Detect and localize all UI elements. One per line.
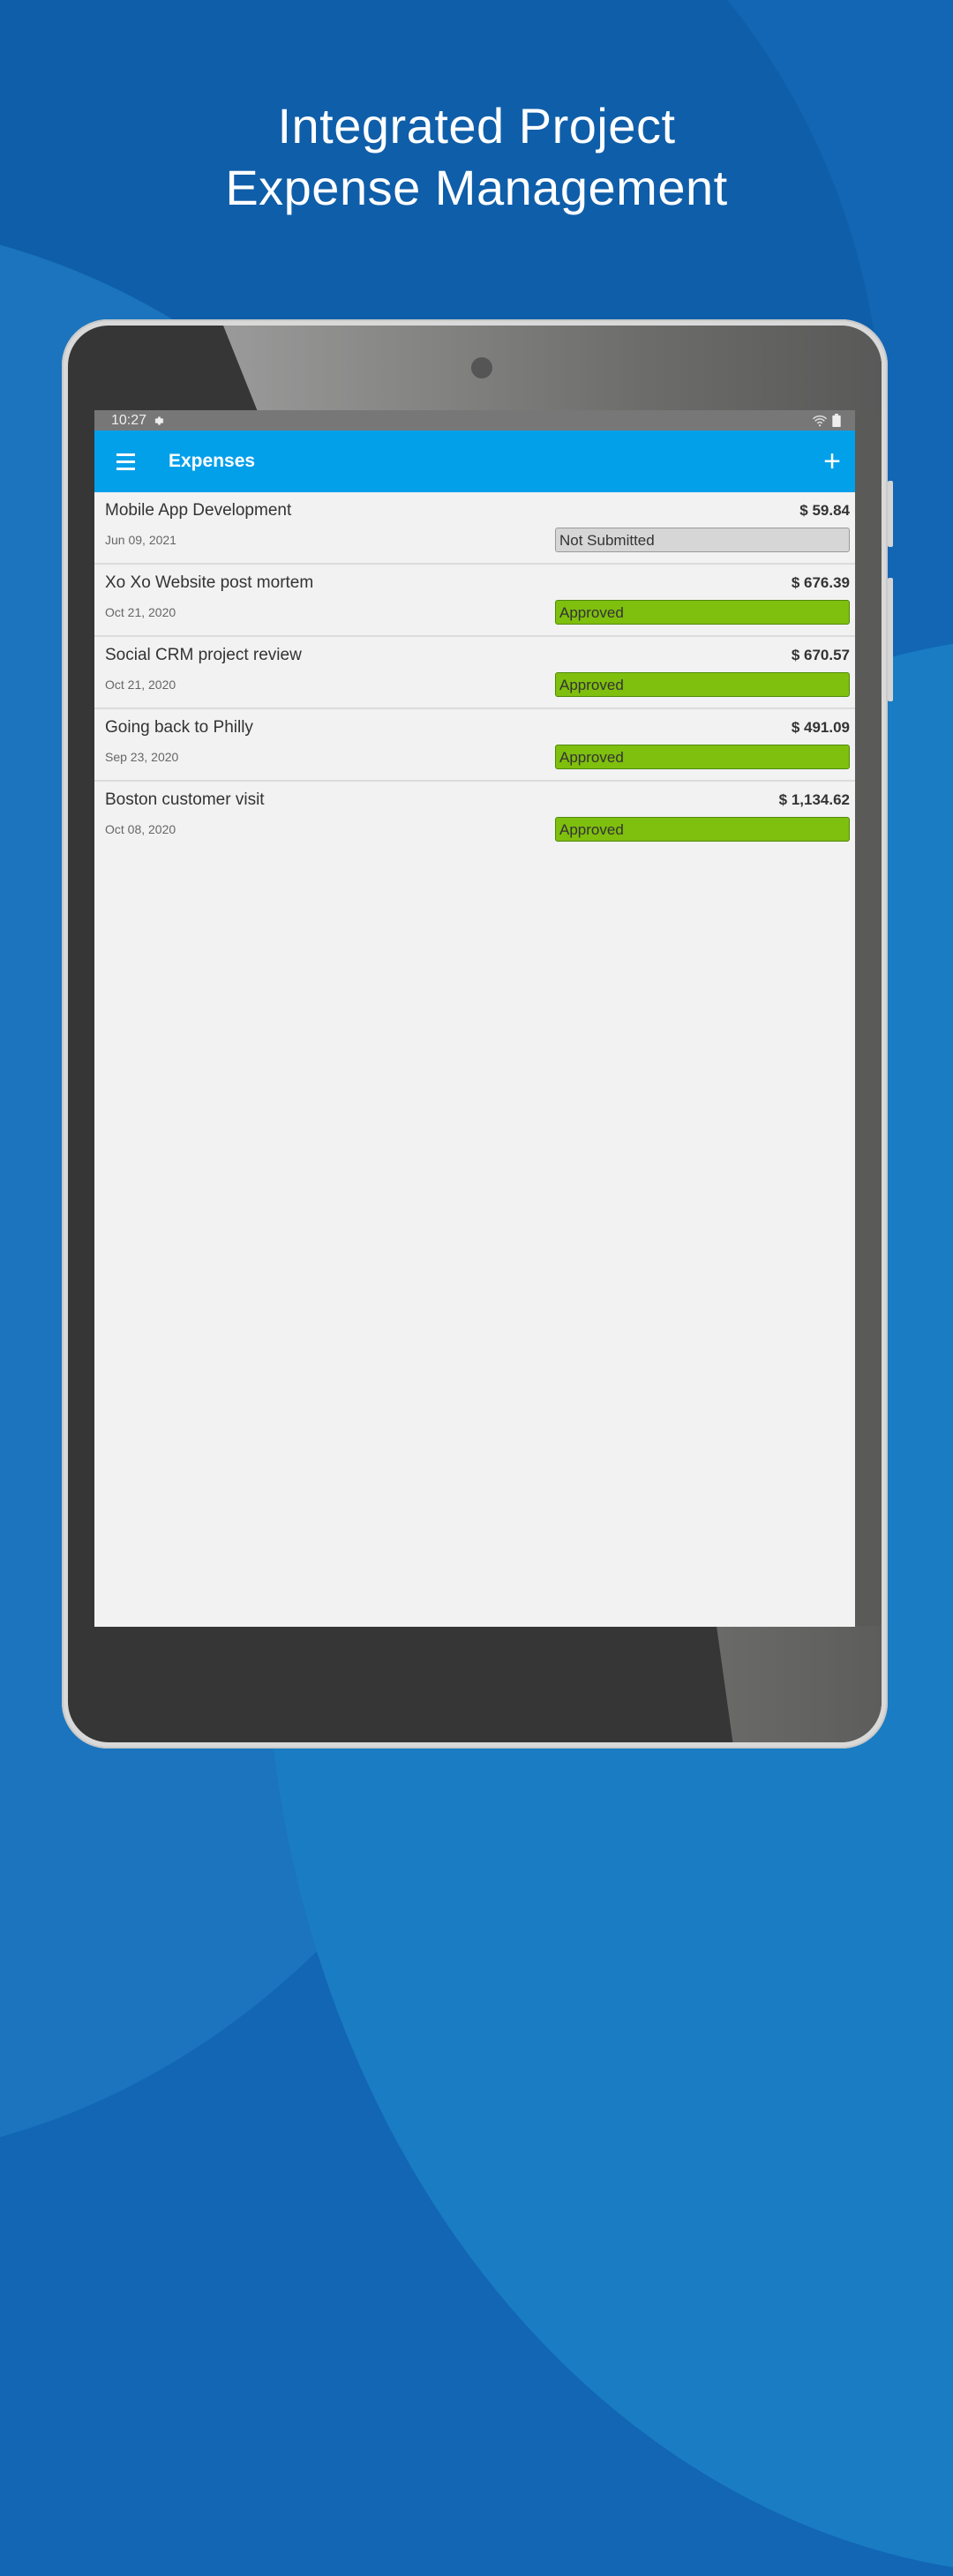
expense-row[interactable]: Boston customer visit $ 1,134.62 Oct 08,… [94, 782, 855, 852]
expense-name: Mobile App Development [105, 501, 292, 520]
hamburger-menu-icon[interactable] [116, 453, 143, 470]
status-badge: Not Submitted [555, 528, 850, 552]
bezel-glare [223, 326, 882, 414]
wifi-icon [812, 415, 828, 426]
expense-name: Boston customer visit [105, 790, 265, 809]
add-expense-button[interactable]: + [823, 446, 841, 476]
expense-date: Oct 08, 2020 [105, 822, 176, 836]
status-bar: 10:27 [94, 410, 855, 431]
page-title: Expenses [169, 451, 256, 471]
expense-row[interactable]: Xo Xo Website post mortem $ 676.39 Oct 2… [94, 565, 855, 637]
status-badge: Approved [555, 672, 850, 697]
expense-date: Oct 21, 2020 [105, 605, 176, 619]
expense-row[interactable]: Social CRM project review $ 670.57 Oct 2… [94, 637, 855, 709]
expense-amount: $ 1,134.62 [778, 791, 850, 808]
expense-amount: $ 491.09 [791, 719, 850, 736]
battery-icon [832, 414, 841, 427]
expense-amount: $ 59.84 [799, 502, 850, 519]
expense-name: Social CRM project review [105, 646, 302, 664]
power-button [888, 578, 893, 701]
status-badge: Approved [555, 600, 850, 625]
promo-headline: Integrated Project Expense Management [0, 95, 953, 219]
status-badge: Approved [555, 817, 850, 842]
settings-gear-icon [154, 416, 164, 425]
expense-amount: $ 676.39 [791, 574, 850, 591]
app-bar: Expenses + [94, 431, 855, 492]
expense-row[interactable]: Mobile App Development $ 59.84 Jun 09, 2… [94, 492, 855, 565]
expense-date: Oct 21, 2020 [105, 678, 176, 692]
expense-name: Going back to Philly [105, 718, 253, 737]
status-badge: Approved [555, 745, 850, 769]
headline-line-1: Integrated Project [277, 98, 676, 154]
expense-list: Mobile App Development $ 59.84 Jun 09, 2… [94, 492, 855, 852]
headline-line-2: Expense Management [225, 160, 728, 215]
volume-button [888, 481, 893, 547]
expense-date: Sep 23, 2020 [105, 750, 179, 764]
camera-icon [471, 357, 492, 378]
expense-date: Jun 09, 2021 [105, 533, 176, 547]
status-time: 10:27 [111, 412, 147, 428]
app-screen: 10:27 Expenses + Mobile App Development … [94, 410, 855, 1627]
bezel-shade [855, 326, 882, 1626]
expense-name: Xo Xo Website post mortem [105, 573, 314, 592]
bezel-glare [717, 1626, 882, 1742]
expense-row[interactable]: Going back to Philly $ 491.09 Sep 23, 20… [94, 709, 855, 782]
expense-amount: $ 670.57 [791, 647, 850, 663]
